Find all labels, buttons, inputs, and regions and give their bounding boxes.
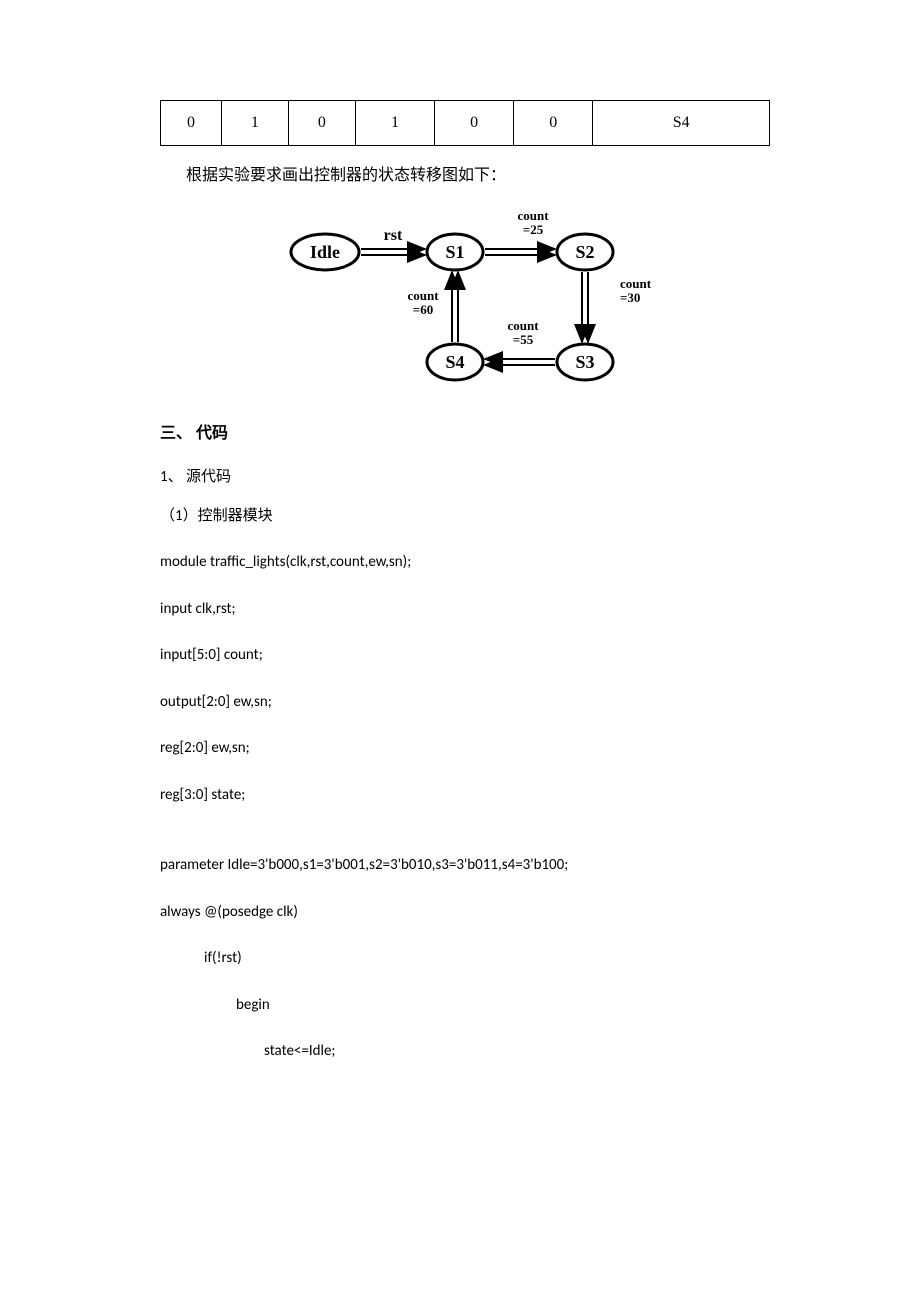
- node-s2: S2: [575, 242, 594, 262]
- subheading-source: 1、 源代码: [160, 466, 770, 489]
- heading-code: 三、 代码: [160, 422, 770, 446]
- state-diagram: Idle S1 S2 S4 S3 rst count =25: [160, 202, 770, 392]
- code-line: output[2:0] ew,sn;: [160, 691, 770, 714]
- cell: 1: [221, 101, 288, 146]
- cell: 0: [514, 101, 593, 146]
- code-line: parameter Idle=3'b000,s1=3'b001,s2=3'b01…: [160, 854, 770, 877]
- edge-count25-b: =25: [523, 222, 544, 237]
- state-diagram-svg: Idle S1 S2 S4 S3 rst count =25: [275, 202, 655, 392]
- code-line: state<=Idle;: [160, 1040, 770, 1063]
- edge-count30-b: =30: [620, 290, 640, 305]
- edge-count25-a: count: [517, 208, 549, 223]
- edge-count55-a: count: [507, 318, 539, 333]
- edge-rst: rst: [384, 227, 403, 244]
- cell: 0: [161, 101, 222, 146]
- code-line: input[5:0] count;: [160, 644, 770, 667]
- code-line: reg[2:0] ew,sn;: [160, 737, 770, 760]
- state-table: 0 1 0 1 0 0 S4: [160, 100, 770, 146]
- node-idle: Idle: [310, 242, 340, 262]
- edge-count30-a: count: [620, 276, 652, 291]
- node-s4: S4: [445, 352, 464, 372]
- cell: S4: [593, 101, 770, 146]
- edge-count60-a: count: [407, 288, 439, 303]
- cell: 0: [288, 101, 355, 146]
- code-line: begin: [160, 994, 770, 1017]
- code-line: if(!rst): [160, 947, 770, 970]
- cell: 1: [355, 101, 434, 146]
- table-row: 0 1 0 1 0 0 S4: [161, 101, 770, 146]
- code-line: input clk,rst;: [160, 598, 770, 621]
- code-line: reg[3:0] state;: [160, 784, 770, 807]
- node-s1: S1: [445, 242, 464, 262]
- code-line: always @(posedge clk): [160, 901, 770, 924]
- node-s3: S3: [575, 352, 594, 372]
- edge-count55-b: =55: [513, 332, 534, 347]
- diagram-caption: 根据实验要求画出控制器的状态转移图如下：: [186, 164, 770, 188]
- cell: 0: [435, 101, 514, 146]
- edge-count60-b: =60: [413, 302, 433, 317]
- page: 0 1 0 1 0 0 S4 根据实验要求画出控制器的状态转移图如下： Idle…: [0, 0, 920, 1302]
- subheading-module: （1）控制器模块: [160, 505, 770, 528]
- code-line: module traffic_lights(clk,rst,count,ew,s…: [160, 551, 770, 574]
